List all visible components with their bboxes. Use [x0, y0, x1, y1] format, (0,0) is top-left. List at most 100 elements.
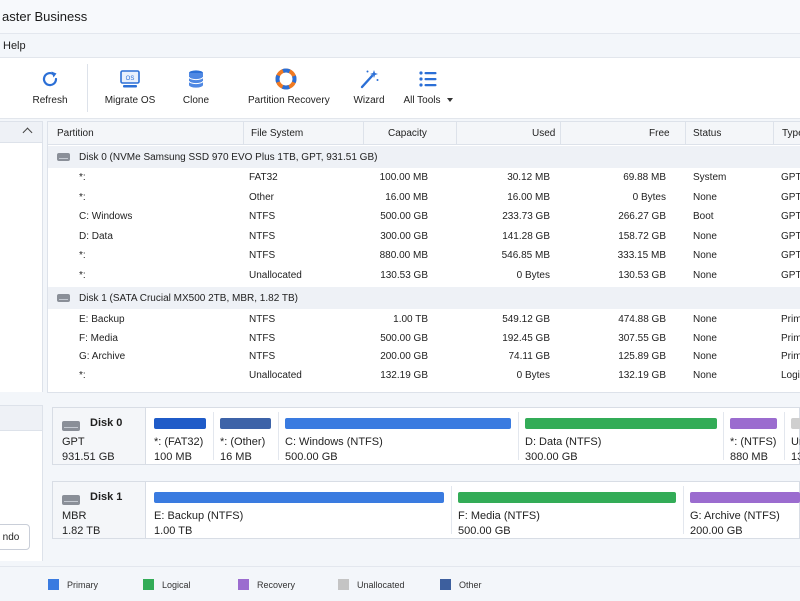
table-row[interactable]: F: Media NTFS 500.00 GB 192.45 GB 307.55 GB N… [48, 330, 800, 348]
cell-capacity: 880.00 MB [379, 250, 428, 261]
cell-used: 0 Bytes [516, 269, 550, 281]
cell-capacity: 132.19 GB [380, 370, 428, 382]
cell-used: 16.00 MB [507, 191, 550, 203]
table-row[interactable]: G: Archive NTFS 200.00 GB 74.11 GB 125.89 GB… [48, 348, 800, 366]
table-row[interactable]: *: Unallocated 132.19 GB 0 Bytes 132.19 GB No… [48, 367, 800, 385]
hard-drive-icon [62, 495, 80, 505]
column-used[interactable]: Used [532, 128, 555, 139]
undo-button[interactable]: ndo [0, 524, 30, 550]
hard-drive-icon [57, 294, 70, 302]
cell-partition: F: Media [79, 332, 118, 344]
partition-recovery-label: Partition Recovery [248, 95, 330, 106]
column-file-system[interactable]: File System [251, 128, 303, 139]
partition-block[interactable]: C: Windows (NTFS) 500.00 GB [285, 408, 511, 464]
migrate-os-button[interactable]: OS Migrate OS [103, 68, 157, 116]
column-partition[interactable]: Partition [57, 128, 94, 139]
legend-item: Other [440, 579, 482, 590]
legend-swatch [48, 579, 59, 590]
table-row[interactable]: *: FAT32 100.00 MB 30.12 MB 69.88 MB System GP… [48, 169, 800, 187]
cell-status: None [693, 191, 717, 203]
cell-free: 266.27 GB [618, 211, 666, 222]
partition-block[interactable]: *: (NTFS) 880 MB [730, 408, 777, 464]
cell-free: 132.19 GB [618, 370, 666, 382]
clone-button[interactable]: Clone [178, 68, 214, 116]
partition-block-size: 880 MB [730, 451, 768, 463]
cell-type: GPT [781, 191, 800, 203]
refresh-button[interactable]: Refresh [26, 68, 74, 116]
cell-capacity: 200.00 GB [380, 351, 428, 363]
partition-block[interactable]: *: (FAT32) 100 MB [154, 408, 206, 464]
segment-divider [683, 486, 684, 534]
cell-partition: E: Backup [79, 314, 125, 325]
table-row[interactable]: *: NTFS 880.00 MB 546.85 MB 333.15 MB None GPT [48, 247, 800, 265]
cell-partition: *: [79, 172, 86, 183]
cell-type: Prima [781, 351, 800, 363]
disk-map-disk-0[interactable]: Disk 0 GPT 931.51 GB *: (FAT32) 100 MB *: … [52, 407, 800, 465]
segment-divider [451, 486, 452, 534]
column-capacity[interactable]: Capacity [388, 128, 427, 139]
legend-label: Recovery [257, 580, 296, 590]
legend-label: Primary [67, 580, 98, 590]
all-tools-label: All Tools [403, 95, 441, 106]
disk-header[interactable]: Disk 0 (NVMe Samsung SSD 970 EVO Plus 1T… [48, 146, 800, 168]
cell-type: GPT [781, 269, 800, 281]
partition-color-bar [458, 492, 676, 503]
partition-block[interactable]: E: Backup (NTFS) 1.00 TB [154, 482, 444, 538]
cell-status: None [693, 332, 717, 344]
disk-map-disk-1[interactable]: Disk 1 MBR 1.82 TB E: Backup (NTFS) 1.00 … [52, 481, 800, 539]
magic-wand-icon [360, 70, 379, 89]
cell-status: None [693, 314, 717, 325]
hard-drive-icon [62, 421, 80, 431]
partition-table: Partition File System Capacity Used Free… [47, 121, 800, 393]
table-row[interactable]: *: Unallocated 130.53 GB 0 Bytes 130.53 GB No… [48, 267, 800, 285]
cell-free: 0 Bytes [632, 191, 666, 203]
partition-block[interactable]: F: Media (NTFS) 500.00 GB [458, 482, 676, 538]
partition-color-bar [285, 418, 511, 429]
refresh-icon [42, 71, 58, 87]
cell-fs: NTFS [249, 351, 276, 363]
database-icon [188, 70, 204, 88]
disk-header[interactable]: Disk 1 (SATA Crucial MX500 2TB, MBR, 1.8… [48, 287, 800, 309]
partition-block[interactable]: G: Archive (NTFS) 200.00 GB [690, 482, 800, 538]
legend-item: Primary [48, 579, 98, 590]
all-tools-button[interactable]: All Tools [403, 68, 453, 116]
collapse-chevron-icon[interactable] [22, 127, 33, 138]
column-type[interactable]: Type [782, 128, 800, 139]
cell-partition: *: [79, 250, 86, 261]
legend-label: Unallocated [357, 580, 405, 590]
partition-color-bar [154, 492, 444, 503]
menu-help[interactable]: Help [3, 40, 26, 52]
cell-used: 0 Bytes [516, 370, 550, 382]
left-panel-header [0, 122, 42, 143]
disk-header-label: Disk 0 (NVMe Samsung SSD 970 EVO Plus 1T… [79, 152, 378, 163]
partition-color-bar [525, 418, 717, 429]
table-row[interactable]: *: Other 16.00 MB 16.00 MB 0 Bytes None GPT [48, 189, 800, 207]
cell-used: 546.85 MB [501, 250, 550, 261]
toolbar-cut-off-button[interactable]: · [0, 68, 6, 116]
cell-fs: Unallocated [249, 370, 302, 382]
cell-fs: NTFS [249, 314, 276, 325]
column-free[interactable]: Free [649, 128, 670, 139]
partition-block[interactable]: Un 13 [791, 408, 800, 464]
cell-partition: *: [79, 370, 86, 382]
partition-block-label: *: (NTFS) [730, 436, 777, 448]
cell-used: 74.11 GB [508, 351, 550, 363]
table-row[interactable]: D: Data NTFS 300.00 GB 141.28 GB 158.72 GB No… [48, 228, 800, 246]
clone-label: Clone [182, 95, 210, 106]
partition-color-bar [220, 418, 271, 429]
partition-block[interactable]: *: (Other) 16 MB [220, 408, 271, 464]
segment-divider [213, 412, 214, 460]
cell-free: 307.55 GB [618, 332, 666, 344]
list-icon [419, 71, 437, 87]
legend-item: Logical [143, 579, 191, 590]
column-status[interactable]: Status [693, 128, 721, 139]
partition-recovery-button[interactable]: Partition Recovery [248, 68, 330, 116]
cell-partition: *: [79, 269, 86, 281]
left-panel-lower-header [0, 406, 42, 431]
wizard-button[interactable]: Wizard [352, 68, 386, 116]
table-row[interactable]: C: Windows NTFS 500.00 GB 233.73 GB 266.27 G… [48, 208, 800, 226]
cell-type: Prima [781, 332, 800, 344]
partition-block-size: 100 MB [154, 451, 192, 463]
table-row[interactable]: E: Backup NTFS 1.00 TB 549.12 GB 474.88 GB No… [48, 311, 800, 329]
partition-block[interactable]: D: Data (NTFS) 300.00 GB [525, 408, 717, 464]
